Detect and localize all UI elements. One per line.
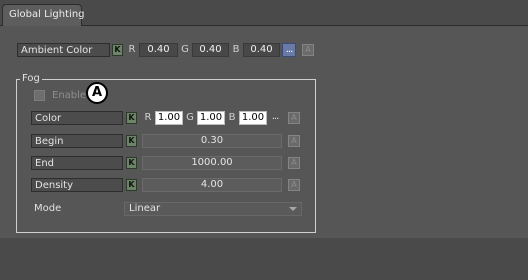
fog-density-field[interactable]: 4.00 <box>142 178 282 192</box>
fog-mode-value: Linear <box>129 203 161 214</box>
ambient-b-channel-label: B <box>232 44 240 55</box>
fog-r-channel-label: R <box>144 112 152 123</box>
fog-end-label: End <box>31 156 123 170</box>
fog-r-value[interactable]: 1.00 <box>155 111 183 125</box>
fog-color-key-button[interactable]: K <box>126 112 137 124</box>
global-lighting-window: Global Lighting Ambient Color K R 0.40 G… <box>0 0 528 280</box>
callout-marker: A <box>86 82 108 104</box>
ambient-g-channel-label: G <box>181 44 189 55</box>
ambient-g-value[interactable]: 0.40 <box>192 43 229 57</box>
fog-color-animate-button[interactable]: A <box>288 112 300 124</box>
fog-b-channel-label: B <box>228 112 236 123</box>
fog-end-animate-button[interactable]: A <box>288 157 300 169</box>
fog-begin-field[interactable]: 0.30 <box>142 134 282 148</box>
ambient-color-picker-button[interactable]: ... <box>282 43 296 57</box>
fog-enable-label: Enable <box>52 90 87 101</box>
ambient-r-value[interactable]: 0.40 <box>139 43 178 57</box>
fog-g-channel-label: G <box>186 112 194 123</box>
chevron-down-icon <box>289 207 297 211</box>
fog-end-key-button[interactable]: K <box>126 157 137 169</box>
ambient-animate-button[interactable]: A <box>302 44 314 56</box>
fog-mode-label: Mode <box>34 203 62 214</box>
tab-global-lighting[interactable]: Global Lighting <box>2 4 85 26</box>
tab-strip: Global Lighting <box>0 0 528 26</box>
ambient-color-label: Ambient Color <box>17 43 110 57</box>
ambient-color-key-button[interactable]: K <box>112 44 123 56</box>
ambient-r-channel-label: R <box>128 44 136 55</box>
fog-density-animate-button[interactable]: A <box>288 179 300 191</box>
fog-density-key-button[interactable]: K <box>126 179 137 191</box>
ambient-b-value[interactable]: 0.40 <box>243 43 280 57</box>
fog-b-value[interactable]: 1.00 <box>239 111 267 125</box>
fog-color-label: Color <box>31 111 123 125</box>
fog-color-picker-button[interactable]: ... <box>268 111 282 125</box>
fog-begin-label: Begin <box>31 134 123 148</box>
fog-begin-key-button[interactable]: K <box>126 135 137 147</box>
fog-end-field[interactable]: 1000.00 <box>142 156 282 170</box>
fog-group-title: Fog <box>20 73 42 85</box>
fog-begin-animate-button[interactable]: A <box>288 135 300 147</box>
fog-mode-dropdown[interactable]: Linear <box>124 202 302 216</box>
fog-g-value[interactable]: 1.00 <box>197 111 225 125</box>
panel-footer-area <box>0 238 528 280</box>
fog-density-label: Density <box>31 178 123 192</box>
fog-enable-checkbox[interactable] <box>34 90 45 101</box>
